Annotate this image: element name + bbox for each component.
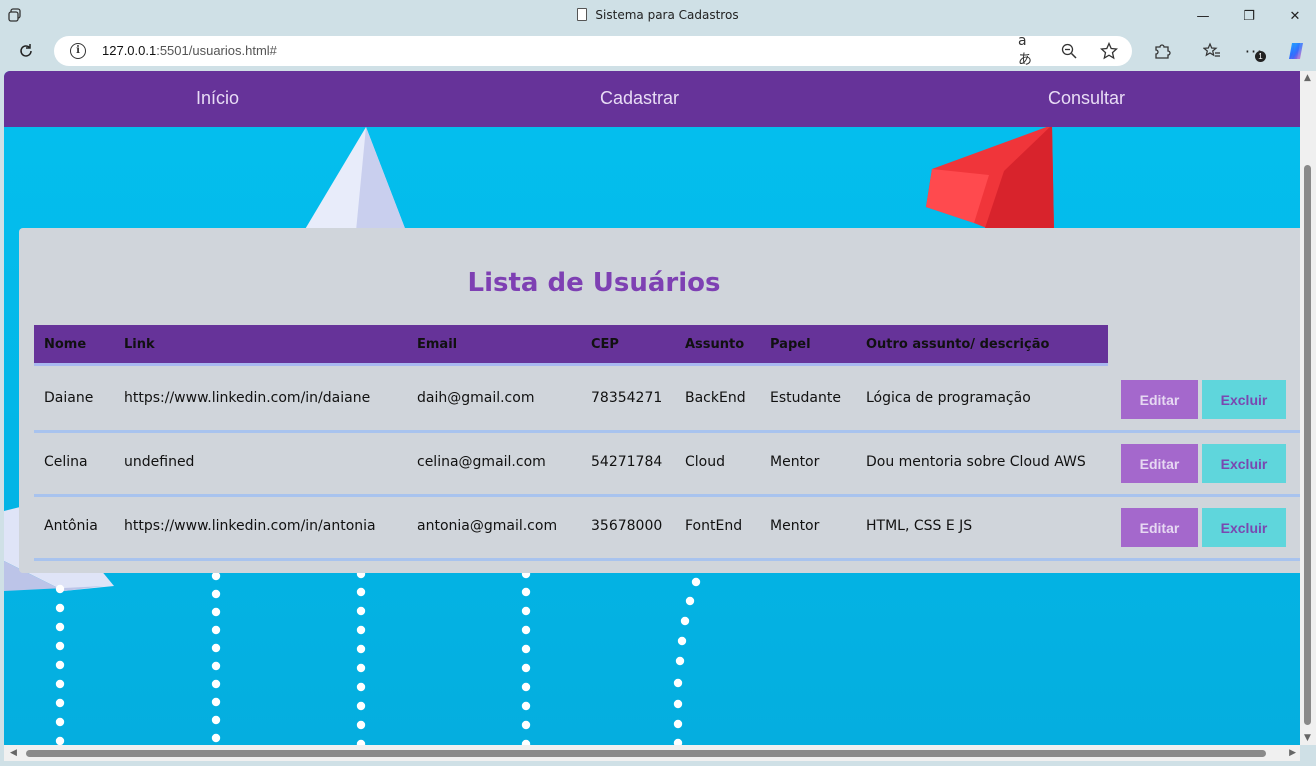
table-row: Daiane https://www.linkedin.com/in/daian… bbox=[34, 369, 1300, 433]
cell-assunto: Cloud bbox=[685, 454, 725, 470]
column-header-link: Link bbox=[124, 337, 155, 352]
puzzle-icon bbox=[1155, 44, 1171, 59]
cell-papel: Mentor bbox=[770, 454, 820, 470]
refresh-button[interactable] bbox=[12, 37, 40, 65]
scroll-left-arrow-icon[interactable]: ◀ bbox=[10, 748, 17, 758]
cell-descricao: Lógica de programação bbox=[866, 390, 1031, 406]
close-window-button[interactable]: ✕ bbox=[1272, 0, 1316, 32]
cell-assunto: BackEnd bbox=[685, 390, 746, 406]
browser-toolbar: i 127.0.0.1:5501/usuarios.html# aあ ··· 1 bbox=[0, 32, 1316, 70]
window-title: Sistema para Cadastros bbox=[0, 8, 1316, 22]
delete-button[interactable]: Excluir bbox=[1202, 380, 1286, 419]
cell-email: celina@gmail.com bbox=[417, 454, 546, 470]
cell-email: daih@gmail.com bbox=[417, 390, 535, 406]
table-row: Antônia https://www.linkedin.com/in/anto… bbox=[34, 497, 1300, 561]
extensions-button[interactable] bbox=[1148, 37, 1176, 65]
cell-descricao: Dou mentoria sobre Cloud AWS bbox=[866, 454, 1086, 470]
column-header-email: Email bbox=[417, 337, 458, 352]
settings-more-button[interactable]: ··· 1 bbox=[1240, 37, 1268, 65]
edit-button[interactable]: Editar bbox=[1121, 508, 1198, 547]
column-header-cep: CEP bbox=[591, 337, 619, 352]
vertical-scrollbar[interactable]: ▲ ▼ bbox=[1300, 71, 1316, 745]
page-title: Lista de Usuários bbox=[467, 268, 721, 298]
read-aloud-icon[interactable]: aあ bbox=[1018, 33, 1040, 68]
edit-button[interactable]: Editar bbox=[1121, 380, 1198, 419]
column-header-nome: Nome bbox=[44, 337, 87, 352]
refresh-icon bbox=[20, 44, 32, 57]
cell-cep: 78354271 bbox=[591, 390, 663, 406]
column-header-assunto: Assunto bbox=[685, 337, 745, 352]
cell-descricao: HTML, CSS E JS bbox=[866, 518, 973, 534]
page-viewport: Início Cadastrar Consultar Lista de Usuá… bbox=[4, 71, 1300, 745]
minimize-button[interactable]: — bbox=[1180, 0, 1226, 32]
scroll-right-arrow-icon[interactable]: ▶ bbox=[1289, 748, 1296, 758]
copilot-icon bbox=[1289, 43, 1303, 59]
table-header: Nome Link Email CEP Assunto Papel Outro … bbox=[34, 325, 1108, 366]
scroll-up-arrow-icon[interactable]: ▲ bbox=[1304, 73, 1311, 83]
url-text[interactable]: 127.0.0.1:5501/usuarios.html# bbox=[102, 43, 277, 58]
restore-button[interactable]: ❐ bbox=[1226, 0, 1272, 32]
cell-link: https://www.linkedin.com/in/daiane bbox=[124, 390, 371, 406]
users-card: Lista de Usuários Nome Link Email CEP As… bbox=[19, 228, 1300, 573]
window-title-bar: Sistema para Cadastros — ❐ ✕ bbox=[0, 0, 1316, 32]
horizontal-scrollbar[interactable]: ◀ ▶ bbox=[4, 745, 1300, 761]
cell-cep: 54271784 bbox=[591, 454, 663, 470]
site-info-icon[interactable]: i bbox=[70, 43, 86, 59]
favorites-button[interactable] bbox=[1198, 37, 1226, 65]
cell-link: https://www.linkedin.com/in/antonia bbox=[124, 518, 376, 534]
cell-cep: 35678000 bbox=[591, 518, 663, 534]
cell-link: undefined bbox=[124, 454, 195, 470]
page-icon bbox=[577, 8, 588, 21]
cell-nome: Celina bbox=[44, 454, 88, 470]
delete-button[interactable]: Excluir bbox=[1202, 508, 1286, 547]
horizontal-scroll-thumb[interactable] bbox=[26, 750, 1266, 757]
vertical-scroll-thumb[interactable] bbox=[1304, 165, 1311, 725]
cell-papel: Estudante bbox=[770, 390, 841, 406]
nav-inicio[interactable]: Início bbox=[196, 88, 239, 109]
notification-badge: 1 bbox=[1255, 51, 1266, 62]
scroll-down-arrow-icon[interactable]: ▼ bbox=[1304, 733, 1311, 743]
table-row: Celina undefined celina@gmail.com 542717… bbox=[34, 433, 1300, 497]
favorites-list-icon bbox=[1203, 42, 1220, 57]
column-header-descricao: Outro assunto/ descrição bbox=[866, 337, 1050, 352]
cell-papel: Mentor bbox=[770, 518, 820, 534]
cell-email: antonia@gmail.com bbox=[417, 518, 558, 534]
nav-cadastrar[interactable]: Cadastrar bbox=[600, 88, 679, 109]
edit-button[interactable]: Editar bbox=[1121, 444, 1198, 483]
address-bar[interactable]: i 127.0.0.1:5501/usuarios.html# aあ bbox=[54, 33, 1132, 68]
top-navigation: Início Cadastrar Consultar bbox=[4, 71, 1300, 127]
column-header-papel: Papel bbox=[770, 337, 811, 352]
delete-button[interactable]: Excluir bbox=[1202, 444, 1286, 483]
zoom-icon[interactable] bbox=[1058, 41, 1080, 61]
favorite-star-icon[interactable] bbox=[1098, 41, 1120, 61]
nav-consultar[interactable]: Consultar bbox=[1048, 88, 1125, 109]
cell-nome: Daiane bbox=[44, 390, 94, 406]
cell-nome: Antônia bbox=[44, 518, 98, 534]
copilot-button[interactable] bbox=[1282, 37, 1310, 65]
cell-assunto: FontEnd bbox=[685, 518, 743, 534]
